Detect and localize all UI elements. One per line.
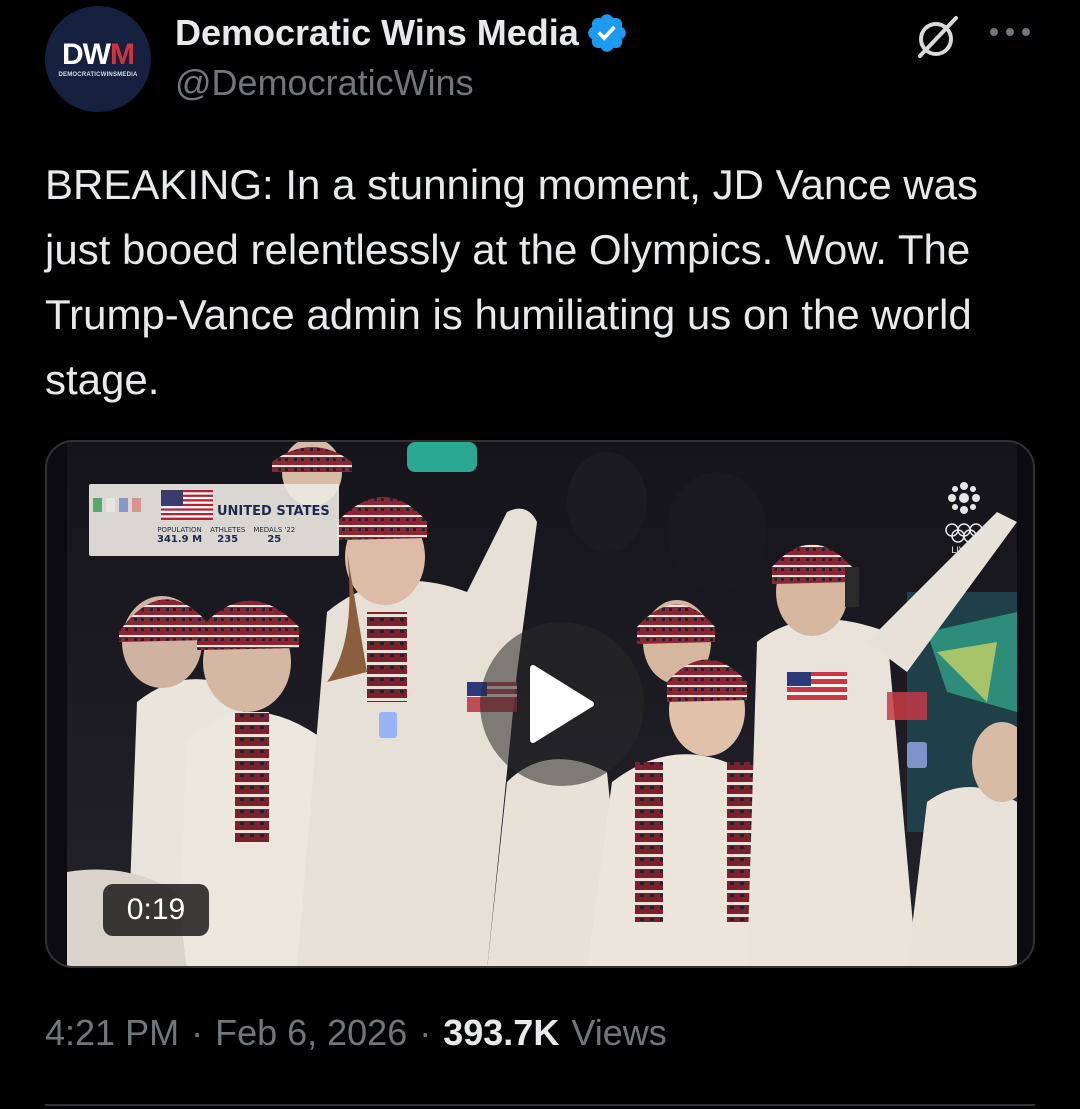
stat-athletes: ATHLETES 235 xyxy=(210,526,246,545)
meta-separator: · xyxy=(419,1012,432,1053)
author-handle[interactable]: @DemocraticWins xyxy=(175,62,474,104)
stat-population: POPULATION 341.9 M xyxy=(157,526,203,545)
grok-icon[interactable] xyxy=(912,12,962,62)
play-icon xyxy=(530,665,594,743)
video-frame: UNITED STATES POPULATION 341.9 M ATHLETE… xyxy=(67,442,1017,966)
meta-separator: · xyxy=(191,1012,204,1053)
views-count[interactable]: 393.7K xyxy=(443,1012,559,1054)
flag-strip xyxy=(93,498,141,512)
post-text: BREAKING: In a stunning moment, JD Vance… xyxy=(45,161,978,403)
divider xyxy=(45,1104,1035,1106)
video-duration: 0:19 xyxy=(103,884,209,936)
tweet-page: DWM DEMOCRATICWINSMEDIA Democratic Wins … xyxy=(0,0,1080,1109)
avatar-subtext: DEMOCRATICWINSMEDIA xyxy=(58,72,138,78)
avatar-logo: DWM xyxy=(62,38,135,71)
us-flag-icon xyxy=(161,490,213,520)
country-stats: POPULATION 341.9 M ATHLETES 235 MEDALS '… xyxy=(157,526,295,545)
more-options-icon[interactable] xyxy=(990,28,1030,42)
views-label: Views xyxy=(571,1012,667,1053)
post-meta: 4:21 PM · Feb 6, 2026 · 393.7K Views xyxy=(45,1012,667,1054)
avatar[interactable]: DWM DEMOCRATICWINSMEDIA xyxy=(45,6,151,112)
country-name: UNITED STATES xyxy=(217,504,330,519)
broadcast-lower-third: UNITED STATES POPULATION 341.9 M ATHLETE… xyxy=(89,484,339,556)
post-time[interactable]: 4:21 PM xyxy=(45,1012,179,1054)
author-name-row[interactable]: Democratic Wins Media xyxy=(175,10,629,56)
play-button[interactable] xyxy=(480,622,644,786)
author-display-name[interactable]: Democratic Wins Media xyxy=(175,12,579,54)
stat-medals: MEDALS '22 25 xyxy=(253,526,296,545)
broadcaster-logo-icon xyxy=(945,482,983,543)
video-player[interactable]: UNITED STATES POPULATION 341.9 M ATHLETE… xyxy=(45,440,1035,968)
verified-badge-icon xyxy=(588,14,626,52)
post-date[interactable]: Feb 6, 2026 xyxy=(215,1012,407,1054)
live-badge: LIVE xyxy=(951,546,971,556)
